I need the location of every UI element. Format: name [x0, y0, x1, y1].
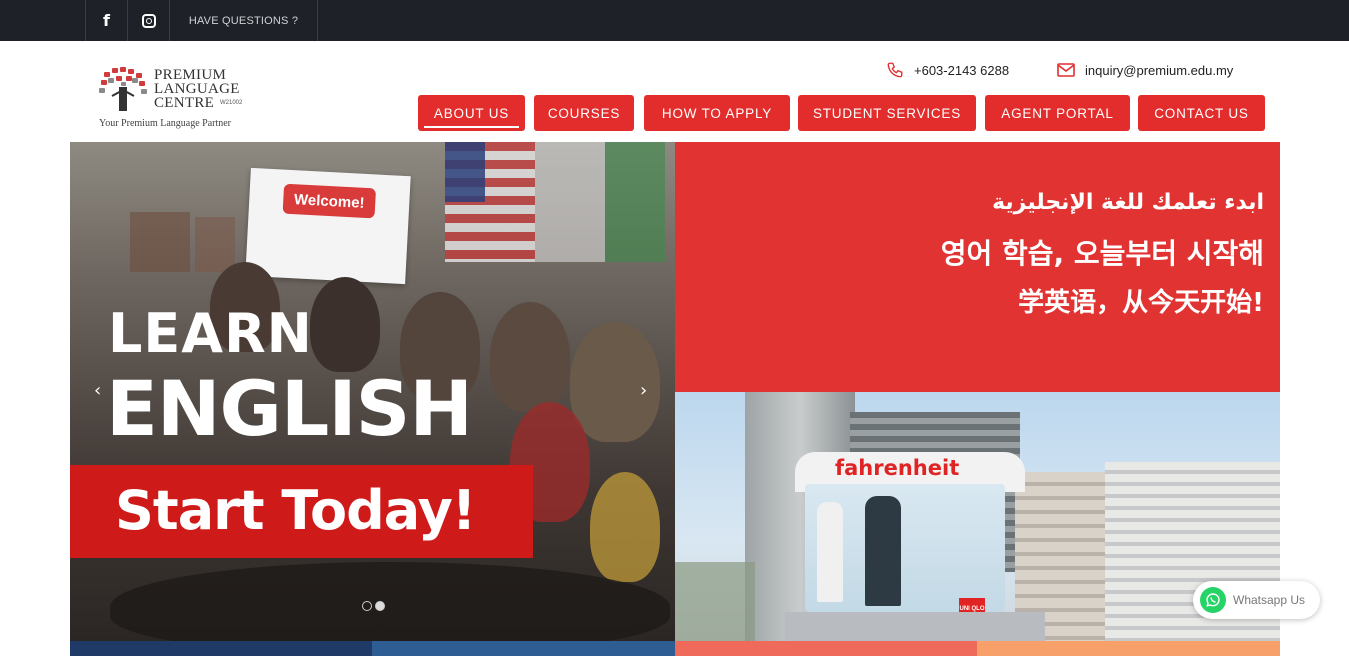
site-logo[interactable]: PREMIUM LANGUAGE CENTRE W21002 Your Prem… — [98, 64, 258, 134]
phone-icon — [886, 61, 904, 79]
korean-tagline: 영어 학습, 오늘부터 시작해 — [940, 237, 1264, 270]
whatsapp-button[interactable]: Whatsapp Us — [1193, 581, 1320, 619]
flag-canton — [445, 142, 485, 202]
slider-dot[interactable] — [362, 601, 372, 611]
slider-next-arrow-icon[interactable]: › — [640, 380, 647, 401]
have-questions-link[interactable]: HAVE QUESTIONS ? — [169, 0, 318, 41]
logo-registration: W21002 — [220, 100, 243, 106]
whatsapp-icon — [1200, 587, 1226, 613]
feature-strip-4 — [977, 641, 1280, 656]
arabic-tagline: ابدء تعلمك للغة الإنجليزية — [992, 190, 1264, 215]
facebook-icon[interactable]: f — [85, 0, 127, 41]
logo-line-1: PREMIUM — [154, 67, 227, 83]
hero-slider[interactable]: Welcome! LEARN ENGLISH Start Today! ‹ › — [70, 142, 675, 641]
contact-phone[interactable]: +603-2143 6288 — [886, 60, 1009, 80]
nav-about-us[interactable]: ABOUT US — [418, 95, 525, 131]
crowd-figure — [590, 472, 660, 582]
envelope-icon — [1057, 63, 1075, 77]
start-banner-edge — [525, 465, 533, 558]
logo-tree-icon — [99, 67, 147, 111]
top-bar: f HAVE QUESTIONS ? — [0, 0, 1349, 41]
feature-strip-2 — [372, 641, 675, 656]
flag-decoration-2 — [535, 142, 605, 262]
street-level — [785, 612, 1045, 641]
feature-strip-1 — [70, 641, 372, 656]
welcome-sign: Welcome! — [245, 167, 411, 285]
nav-courses[interactable]: COURSES — [534, 95, 634, 131]
billboard-model — [817, 502, 843, 602]
nav-contact-us[interactable]: CONTACT US — [1138, 95, 1265, 131]
logo-tagline: Your Premium Language Partner — [99, 118, 232, 129]
slider-dot-active[interactable] — [375, 601, 385, 611]
slider-prev-arrow-icon[interactable]: ‹ — [94, 380, 101, 401]
logo-line-2: LANGUAGE — [154, 81, 240, 97]
building-photo: fahrenheit UNI QLO — [675, 392, 1280, 641]
feature-strip-3 — [675, 641, 977, 656]
welcome-sign-text: Welcome! — [282, 183, 377, 219]
nav-agent-portal[interactable]: AGENT PORTAL — [985, 95, 1130, 131]
trees — [675, 562, 755, 641]
instagram-icon[interactable] — [127, 0, 169, 41]
multilingual-banner: ابدء تعلمك للغة الإنجليزية 영어 학습, 오늘부터 시… — [675, 142, 1280, 392]
email-address: inquiry@premium.edu.my — [1085, 62, 1234, 78]
nav-student-services[interactable]: STUDENT SERVICES — [798, 95, 976, 131]
contact-email[interactable]: inquiry@premium.edu.my — [1057, 60, 1233, 80]
store-sign-text: fahrenheit — [835, 456, 960, 480]
hero-english-text: ENGLISH — [106, 364, 473, 453]
start-today-text: Start Today! — [115, 479, 476, 542]
billboard — [805, 484, 1005, 612]
wall-frame-2 — [195, 217, 235, 272]
chinese-tagline: 学英语，从今天开始! — [1018, 288, 1264, 318]
billboard-model-2 — [865, 496, 901, 606]
crowd-foreground — [110, 562, 670, 641]
slider-dots — [362, 601, 385, 611]
wall-frame — [130, 212, 190, 272]
nav-how-to-apply[interactable]: HOW TO APPLY — [644, 95, 790, 131]
flag-decoration-3 — [605, 142, 665, 262]
crowd-figure — [490, 302, 570, 412]
whatsapp-label: Whatsapp Us — [1233, 593, 1306, 607]
crowd-figure — [310, 277, 380, 372]
phone-number: +603-2143 6288 — [914, 62, 1010, 78]
hero-learn-text: LEARN — [108, 302, 313, 365]
